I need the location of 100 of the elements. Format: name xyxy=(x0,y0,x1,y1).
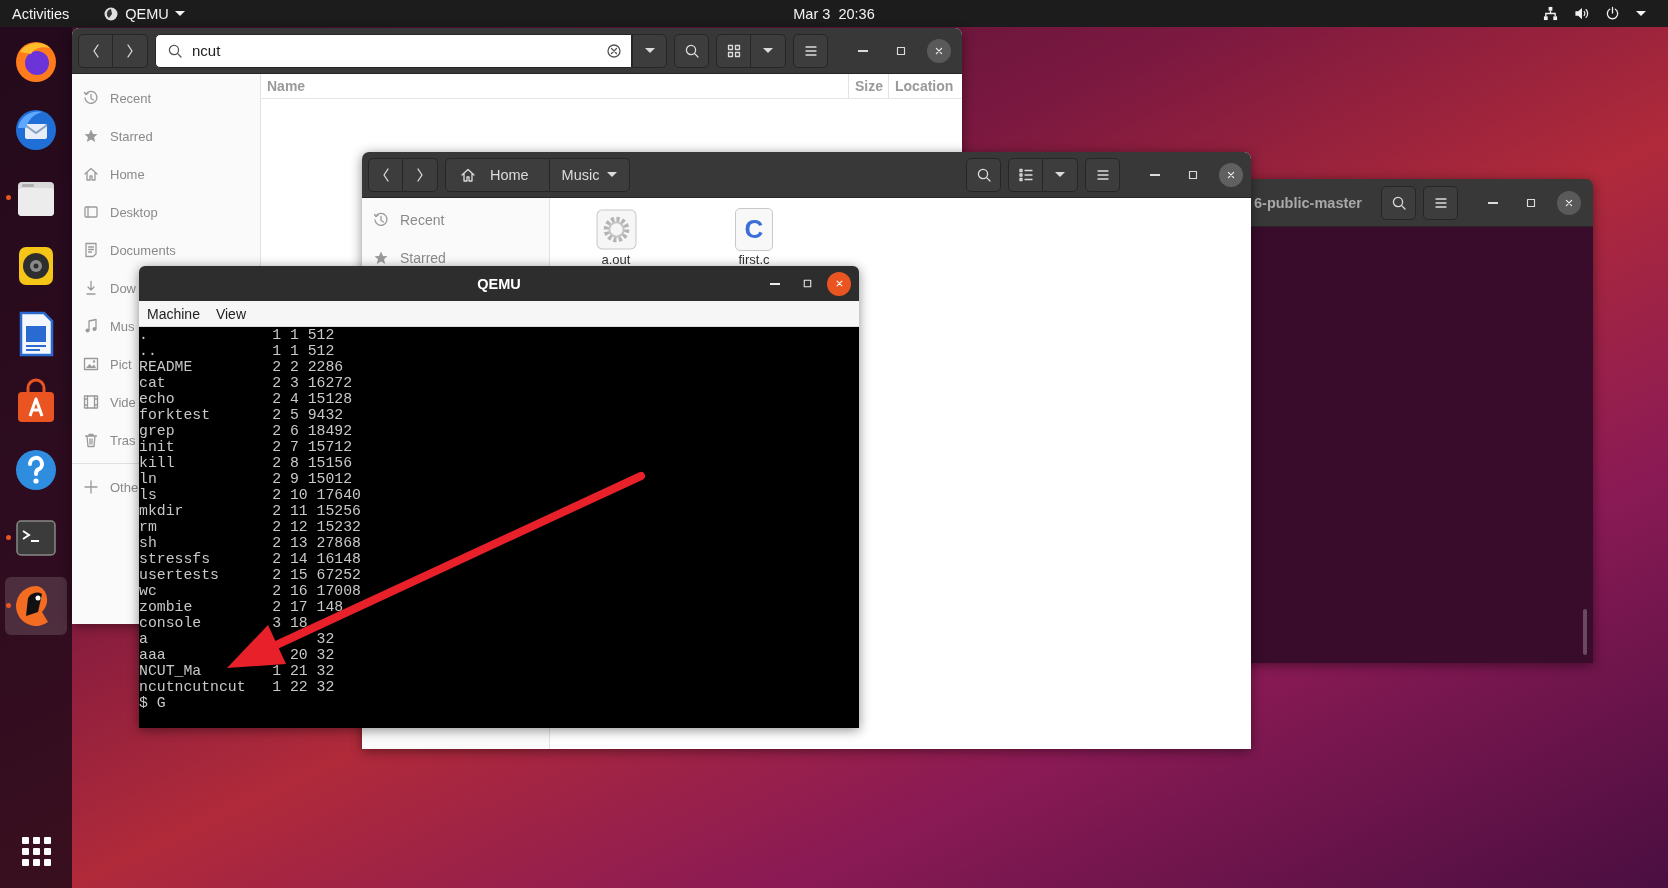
clock-icon xyxy=(373,211,389,228)
clock-icon xyxy=(83,90,99,106)
terminal-line: . 1 1 512 xyxy=(139,327,335,343)
terminal-line: kill 2 8 15156 xyxy=(139,455,353,471)
close-button[interactable] xyxy=(1219,162,1243,187)
terminal-line: mkdir 2 11 15256 xyxy=(139,503,361,519)
terminal-line: grep 2 6 18492 xyxy=(139,423,353,439)
terminal-line: ls 2 10 17640 xyxy=(139,487,361,503)
path-segment[interactable]: Music xyxy=(550,157,630,192)
close-button[interactable] xyxy=(827,271,851,296)
forward-button[interactable] xyxy=(113,33,148,68)
close-button[interactable] xyxy=(1557,190,1581,215)
trash-icon xyxy=(83,432,99,448)
sidebar-item[interactable]: Othe xyxy=(72,468,139,506)
scrollbar[interactable] xyxy=(1583,609,1587,655)
gear-icon xyxy=(595,208,637,251)
view-button[interactable] xyxy=(1008,157,1043,192)
menu-button[interactable] xyxy=(1085,157,1120,192)
minimize-icon xyxy=(770,282,780,285)
search-icon xyxy=(683,42,700,59)
home-icon xyxy=(83,166,99,182)
search-icon xyxy=(975,166,992,183)
search-icon xyxy=(167,42,183,59)
caret-icon xyxy=(607,172,618,177)
file-name[interactable]: first.c xyxy=(738,253,770,266)
sidebar-item[interactable]: Home xyxy=(72,155,145,193)
terminal-line: a 32 xyxy=(139,631,335,647)
sidebar-item[interactable]: Tras xyxy=(72,421,136,459)
plus-icon xyxy=(83,479,99,495)
sidebar-item[interactable]: Recent xyxy=(362,212,445,227)
menu-item[interactable]: Machine xyxy=(139,301,208,326)
sidebar-item[interactable]: Pict xyxy=(72,345,132,383)
terminal-line: ncutncutncut 1 22 32 xyxy=(139,679,335,695)
search-options-button[interactable] xyxy=(632,33,667,68)
caret-icon xyxy=(1636,11,1646,16)
sidebar-item[interactable]: Documents xyxy=(72,231,176,269)
minimize-icon xyxy=(1488,201,1498,204)
forward-button[interactable] xyxy=(403,157,438,192)
sidebar-item[interactable]: Vide xyxy=(72,383,136,421)
menu-item[interactable]: View xyxy=(207,301,254,326)
terminal-line: $ G xyxy=(139,695,166,711)
window-title: 6-public-master xyxy=(1254,194,1362,211)
terminal-line: init 2 7 15712 xyxy=(139,439,353,455)
terminal-line: .. 1 1 512 xyxy=(139,343,335,359)
sidebar-item[interactable]: Starred xyxy=(362,250,446,265)
volume-icon xyxy=(1574,6,1589,21)
close-button[interactable] xyxy=(927,38,951,63)
app-menu[interactable]: QEMU xyxy=(103,5,185,22)
column-header[interactable]: Location xyxy=(888,74,962,98)
terminal-line: cat 2 3 16272 xyxy=(139,375,353,391)
column-header[interactable]: Name xyxy=(261,74,848,98)
terminal-line: aaa 20 32 xyxy=(139,647,335,663)
sidebar-item[interactable]: Starred xyxy=(72,117,153,155)
show-apps-button[interactable] xyxy=(19,834,53,868)
terminal-line: README 2 2 2286 xyxy=(139,359,344,375)
menu-button[interactable] xyxy=(793,33,828,68)
search-button[interactable] xyxy=(1381,185,1416,220)
back-button[interactable] xyxy=(368,157,403,192)
file-name[interactable]: a.out xyxy=(601,253,631,266)
menu-button[interactable] xyxy=(1423,185,1458,220)
terminal-line: wc 2 16 17008 xyxy=(139,583,361,599)
terminal-line: NCUT_Ma 1 21 32 xyxy=(139,663,335,679)
grid-view-icon xyxy=(725,42,742,59)
column-header[interactable]: Size xyxy=(848,74,888,98)
terminal-line: usertests 2 15 67252 xyxy=(139,567,361,583)
activities-button[interactable]: Activities xyxy=(0,5,82,22)
clock[interactable]: Mar 3 20:36 xyxy=(793,5,875,22)
sidebar-item[interactable]: Desktop xyxy=(72,193,158,231)
view-button[interactable] xyxy=(716,33,751,68)
source-file-icon: C xyxy=(735,208,773,251)
list-view-icon xyxy=(1017,166,1034,183)
back-button[interactable] xyxy=(78,33,113,68)
sidebar-item[interactable]: Mus xyxy=(72,307,135,345)
search-button[interactable] xyxy=(674,33,709,68)
path-segment[interactable]: Home xyxy=(445,157,550,192)
caret-icon xyxy=(1055,172,1065,177)
terminal-line: ln 2 9 15012 xyxy=(139,471,353,487)
dock-launcher[interactable] xyxy=(5,577,67,635)
search-field[interactable]: ncut xyxy=(155,33,632,68)
terminal-line: sh 2 13 27868 xyxy=(139,535,361,551)
view-options-button[interactable] xyxy=(751,33,786,68)
power-icon xyxy=(1605,6,1620,21)
caret-icon xyxy=(644,48,655,53)
home-icon xyxy=(460,166,476,183)
search-icon xyxy=(1390,194,1407,211)
app-grid-icon xyxy=(20,835,52,867)
terminal-line: stressfs 2 14 16148 xyxy=(139,551,361,567)
view-options-button[interactable] xyxy=(1043,157,1078,192)
image-icon xyxy=(83,356,99,372)
sidebar-item[interactable]: Recent xyxy=(72,79,152,117)
minimize-icon xyxy=(858,49,868,52)
music-note-icon xyxy=(83,318,99,334)
document-icon xyxy=(83,242,99,258)
bird-icon xyxy=(103,5,120,22)
sidebar-item[interactable]: Dow xyxy=(72,269,136,307)
minimize-icon xyxy=(1150,173,1160,176)
terminal-line: rm 2 12 15232 xyxy=(139,519,361,535)
terminal-line: echo 2 4 15128 xyxy=(139,391,353,407)
search-button[interactable] xyxy=(966,157,1001,192)
star-icon xyxy=(83,128,99,144)
